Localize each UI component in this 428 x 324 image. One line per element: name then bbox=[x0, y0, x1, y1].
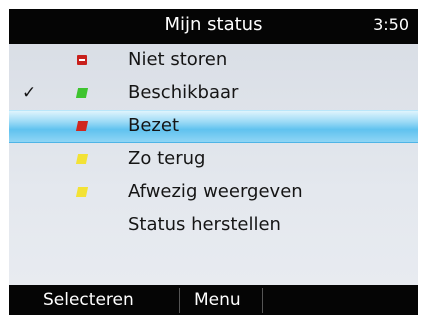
status-item-label: Status herstellen bbox=[128, 214, 281, 235]
do-not-disturb-icon bbox=[77, 55, 87, 65]
available-icon bbox=[75, 88, 89, 98]
title-bar: Mijn status 3:50 bbox=[9, 9, 418, 44]
checkmark-icon: ✓ bbox=[22, 83, 37, 103]
softkey-bar: Selecteren Menu bbox=[9, 285, 418, 315]
be-right-back-icon bbox=[75, 154, 89, 164]
status-item-afwezig-weergeven[interactable]: Afwezig weergeven bbox=[9, 176, 418, 209]
status-item-label: Bezet bbox=[128, 115, 180, 136]
status-item-beschikbaar[interactable]: ✓ Beschikbaar bbox=[9, 77, 418, 110]
phone-screen: Mijn status 3:50 Niet storen ✓ Beschikba… bbox=[9, 9, 418, 315]
status-item-zo-terug[interactable]: Zo terug bbox=[9, 143, 418, 176]
select-softkey[interactable]: Selecteren bbox=[43, 290, 134, 310]
status-item-label: Afwezig weergeven bbox=[128, 181, 303, 202]
status-item-bezet[interactable]: Bezet bbox=[9, 110, 418, 143]
clock: 3:50 bbox=[373, 15, 409, 34]
appear-away-icon bbox=[75, 187, 89, 197]
menu-softkey[interactable]: Menu bbox=[194, 290, 241, 310]
status-item-label: Beschikbaar bbox=[128, 82, 239, 103]
softkey-divider bbox=[262, 288, 263, 313]
status-item-status-herstellen[interactable]: Status herstellen bbox=[9, 209, 418, 242]
status-item-label: Niet storen bbox=[128, 49, 228, 70]
busy-icon bbox=[75, 121, 89, 131]
softkey-divider bbox=[179, 288, 180, 313]
status-item-niet-storen[interactable]: Niet storen bbox=[9, 44, 418, 77]
status-item-label: Zo terug bbox=[128, 148, 206, 169]
status-list: Niet storen ✓ Beschikbaar Bezet Zo terug… bbox=[9, 44, 418, 242]
page-title: Mijn status bbox=[164, 14, 263, 35]
